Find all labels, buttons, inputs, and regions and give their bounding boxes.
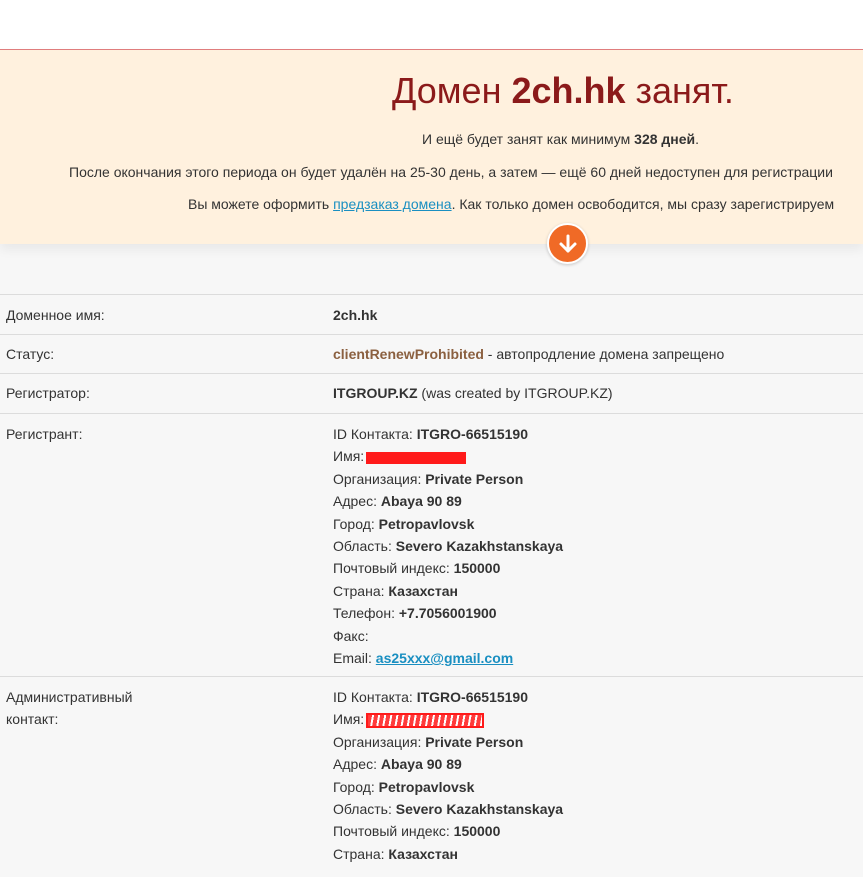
field-label: Область: <box>333 538 396 555</box>
row-label: Регистрант: <box>6 426 83 442</box>
country-line: Страна: Казахстан <box>333 580 863 602</box>
remaining-time-text: И ещё будет занят как минимум 328 дней. <box>422 130 699 148</box>
email-link[interactable]: as25xxx@gmail.com <box>376 650 513 666</box>
row-registrar: Регистратор: ITGROUP.KZ (was created by … <box>0 374 863 414</box>
country-value: Казахстан <box>388 845 458 862</box>
city-line: Город: Petropavlovsk <box>333 513 863 535</box>
scroll-down-button[interactable] <box>547 223 588 264</box>
preorder-link[interactable]: предзаказ домена <box>333 196 451 212</box>
zip-value: 150000 <box>453 560 501 577</box>
field-label: Почтовый индекс: <box>333 560 454 577</box>
row-label: Административный контакт: <box>6 689 133 727</box>
row-label: Регистратор: <box>6 385 90 401</box>
field-label: Город: <box>333 515 379 532</box>
field-label: ID Контакта: <box>333 689 417 705</box>
row-label: Статус: <box>6 346 55 362</box>
deletion-info-text: После окончания этого периода он будет у… <box>69 164 833 180</box>
title-prefix: Домен <box>392 70 512 111</box>
contact-name-line: Имя: <box>333 445 863 467</box>
registrar-note: (was created by ITGROUP.KZ) <box>417 385 613 401</box>
phone-value: +7.7056001900 <box>398 605 497 622</box>
region-line: Область: Severo Kazakhstanskaya <box>333 798 863 820</box>
region-value: Severo Kazakhstanskaya <box>395 801 564 818</box>
field-label: Адрес: <box>333 756 381 773</box>
preorder-suffix: . Как только домен освободится, мы сразу… <box>451 196 835 212</box>
field-label: Факс: <box>333 627 369 644</box>
region-value: Severo Kazakhstanskaya <box>395 538 564 555</box>
domain-status-banner: Домен 2ch.hk занят. И ещё будет занят ка… <box>0 49 863 244</box>
title-suffix: занят. <box>625 70 734 111</box>
field-label: Имя: <box>333 448 365 465</box>
organization-value: Private Person <box>425 733 524 750</box>
email-line: Email: as25xxx@gmail.com <box>333 647 863 669</box>
status-description: - автопродление домена запрещено <box>483 346 725 362</box>
field-label: Имя: <box>333 711 365 728</box>
field-label: Организация: <box>333 733 426 750</box>
registrant-details: ID Контакта: ITGRO-66515190 Имя: Организ… <box>333 414 863 669</box>
organization-value: Private Person <box>425 470 524 487</box>
row-value: ITGROUP.KZ (was created by ITGROUP.KZ) <box>333 374 863 404</box>
top-strip <box>0 0 863 49</box>
city-line: Город: Petropavlovsk <box>333 776 863 798</box>
field-label: Адрес: <box>333 493 381 510</box>
contact-name-line: Имя: <box>333 708 863 730</box>
phone-line: Телефон: +7.7056001900 <box>333 602 863 624</box>
city-value: Petropavlovsk <box>378 778 475 795</box>
zip-value: 150000 <box>453 823 501 840</box>
registrar-name: ITGROUP.KZ <box>333 385 418 401</box>
organization-line: Организация: Private Person <box>333 468 863 490</box>
row-value: 2ch.hk <box>333 295 863 326</box>
row-status: Статус: clientRenewProhibited - автопрод… <box>0 335 863 374</box>
row-domain-name: Доменное имя: 2ch.hk <box>0 295 863 335</box>
address-line: Адрес: Abaya 90 89 <box>333 490 863 512</box>
arrow-down-circle-icon <box>559 234 576 252</box>
zip-line: Почтовый индекс: 150000 <box>333 557 863 579</box>
field-label: Страна: <box>333 582 389 599</box>
field-label: Почтовый индекс: <box>333 823 454 840</box>
title-domain: 2ch.hk <box>511 70 626 111</box>
field-label: Область: <box>333 801 396 818</box>
banner-title: Домен 2ch.hk занят. <box>392 68 734 114</box>
organization-line: Организация: Private Person <box>333 731 863 753</box>
address-value: Abaya 90 89 <box>380 493 462 510</box>
domain-name-value: 2ch.hk <box>333 307 378 323</box>
zip-line: Почтовый индекс: 150000 <box>333 820 863 842</box>
field-label: Страна: <box>333 845 389 862</box>
contact-id-line: ID Контакта: ITGRO-66515190 <box>333 423 863 445</box>
status-code: clientRenewProhibited <box>333 346 484 362</box>
field-label: Телефон: <box>333 605 399 622</box>
redaction-mark <box>366 713 485 729</box>
preorder-prefix: Вы можете оформить <box>188 196 334 212</box>
field-label: Email: <box>333 650 376 667</box>
fax-line: Факс: <box>333 625 863 647</box>
field-label: Организация: <box>333 470 426 487</box>
redaction-mark <box>366 451 467 464</box>
field-label: ID Контакта: <box>333 426 417 442</box>
city-value: Petropavlovsk <box>378 515 475 532</box>
contact-id-line: ID Контакта: ITGRO-66515190 <box>333 686 863 708</box>
region-line: Область: Severo Kazakhstanskaya <box>333 535 863 557</box>
country-line: Страна: Казахстан <box>333 843 863 865</box>
address-line: Адрес: Abaya 90 89 <box>333 753 863 775</box>
admin-details: ID Контакта: ITGRO-66515190 Имя: Организ… <box>333 677 863 865</box>
contact-id-value: ITGRO-66515190 <box>416 689 529 705</box>
row-label: Доменное имя: <box>6 307 105 323</box>
country-value: Казахстан <box>388 582 458 599</box>
whois-table: Доменное имя: 2ch.hk Статус: clientRenew… <box>0 294 863 877</box>
preorder-text: Вы можете оформить предзаказ домена. Как… <box>188 195 834 213</box>
contact-id-value: ITGRO-66515190 <box>416 426 529 442</box>
row-admin-contact: Административный контакт: ID Контакта: I… <box>0 677 863 877</box>
address-value: Abaya 90 89 <box>380 756 462 773</box>
remaining-suffix: . <box>695 131 700 147</box>
remaining-days: 328 дней <box>634 131 696 147</box>
remaining-prefix: И ещё будет занят как минимум <box>422 131 635 147</box>
row-registrant: Регистрант: ID Контакта: ITGRO-66515190 … <box>0 414 863 677</box>
field-label: Город: <box>333 778 379 795</box>
row-value: clientRenewProhibited - автопродление до… <box>333 335 863 365</box>
